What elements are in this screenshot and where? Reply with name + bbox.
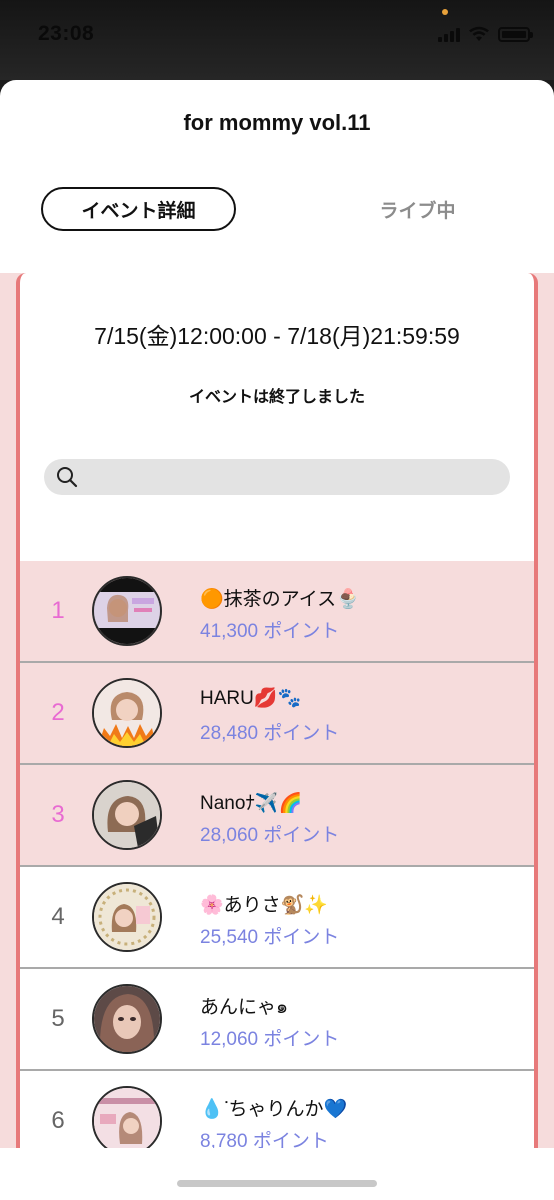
ranking-list: 1 🟠抹茶のアイス🍨 41,300 ポイント 2 HARU💋🐾 28,480 ポ… xyxy=(20,561,534,1173)
streamer-name: Nanoﾅ✈️🌈 xyxy=(200,793,303,814)
streamer-name: 💧ᐝちゃりんか💙 xyxy=(200,1099,348,1120)
streamer-name: 🟠抹茶のアイス🍨 xyxy=(200,589,360,610)
points: 25,540 ポイント xyxy=(200,927,340,948)
status-icons xyxy=(438,26,533,42)
status-bar: 23:08 xyxy=(0,0,554,80)
ranking-row[interactable]: 3 Nanoﾅ✈️🌈 28,060 ポイント xyxy=(20,765,534,867)
ranking-row[interactable]: 4 🌸ありさ🐒✨ 25,540 ポイント xyxy=(20,867,534,969)
avatar xyxy=(92,678,162,748)
status-time: 23:08 xyxy=(38,22,95,45)
points: 28,060 ポイント xyxy=(200,825,340,846)
avatar xyxy=(92,576,162,646)
tab-event-details[interactable]: イベント詳細 xyxy=(41,187,236,231)
search-icon xyxy=(57,467,78,488)
points: 41,300 ポイント xyxy=(200,621,340,642)
search-input[interactable] xyxy=(44,459,510,495)
ranking-row[interactable]: 1 🟠抹茶のアイス🍨 41,300 ポイント xyxy=(20,561,534,663)
avatar xyxy=(92,882,162,952)
rank-number: 3 xyxy=(51,801,65,828)
streamer-name: 🌸ありさ🐒✨ xyxy=(200,895,328,916)
event-section: 7/15(金)12:00:00 - 7/18(月)21:59:59 イベントは終… xyxy=(0,273,554,1200)
avatar xyxy=(92,984,162,1054)
signal-icon xyxy=(438,27,460,42)
rank-number: 2 xyxy=(51,699,65,726)
ranking-row[interactable]: 2 HARU💋🐾 28,480 ポイント xyxy=(20,663,534,765)
rank-number: 4 xyxy=(51,903,65,930)
points: 12,060 ポイント xyxy=(200,1029,340,1050)
event-sheet: for mommy vol.11 イベント詳細 ライブ中 7/15(金)12:0… xyxy=(0,80,554,1200)
rank-number: 1 xyxy=(51,597,65,624)
tab-live[interactable]: ライブ中 xyxy=(320,187,515,231)
battery-icon xyxy=(498,26,533,42)
event-period: 7/15(金)12:00:00 - 7/18(月)21:59:59 xyxy=(94,323,460,349)
rank-number: 5 xyxy=(51,1005,65,1032)
page-title: for mommy vol.11 xyxy=(183,110,371,135)
points: 28,480 ポイント xyxy=(200,723,340,744)
streamer-name: HARU💋🐾 xyxy=(200,688,302,709)
wifi-icon xyxy=(469,26,489,41)
home-indicator[interactable] xyxy=(177,1180,377,1187)
bottom-safe-area xyxy=(0,1148,554,1200)
recording-indicator-dot xyxy=(442,9,448,15)
event-card: 7/15(金)12:00:00 - 7/18(月)21:59:59 イベントは終… xyxy=(16,273,538,1200)
event-status: イベントは終了しました xyxy=(188,387,365,406)
avatar xyxy=(92,780,162,850)
avatar xyxy=(92,1086,162,1156)
ranking-row[interactable]: 5 あんにゃ๑ 12,060 ポイント xyxy=(20,969,534,1071)
streamer-name: あんにゃ๑ xyxy=(200,997,289,1018)
